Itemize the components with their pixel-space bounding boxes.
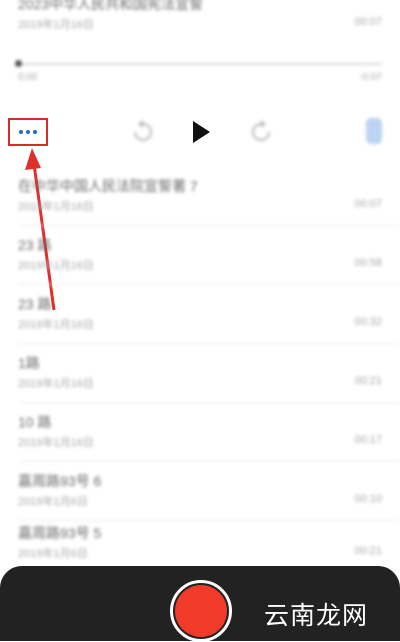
list-item[interactable]: 23 路 2019年1月16日 00:32: [18, 286, 400, 344]
recording-title: 23 路: [18, 296, 52, 312]
recording-duration: 00:17: [354, 434, 382, 446]
recording-title: 在中华中国人民法院宣誓著 7: [18, 178, 198, 194]
recording-date: 2019年1月16日: [18, 378, 94, 390]
list-item[interactable]: 在中华中国人民法院宣誓著 7 2019年1月16日 00:07: [18, 168, 400, 226]
list-item[interactable]: 1路 2019年1月16日 00:21: [18, 345, 400, 403]
recording-date: 2019年1月16日: [18, 260, 94, 272]
recording-title: 23 路: [18, 237, 52, 253]
recording-title: 1路: [18, 355, 40, 371]
recording-duration: 00:21: [354, 375, 382, 387]
recording-duration: 00:32: [354, 316, 382, 328]
divider: [18, 461, 400, 462]
list-item[interactable]: 10 路 2019年1月16日 00:17: [18, 404, 400, 462]
divider: [18, 225, 400, 226]
watermark-logo: 云南龙网: [264, 602, 369, 630]
recording-date: 2019年1月6日: [18, 496, 88, 508]
recording-duration: 00:21: [354, 545, 382, 557]
recording-date: 2019年1月16日: [18, 201, 94, 213]
divider: [18, 343, 400, 344]
list-item[interactable]: 23 路 2019年1月16日 00:58: [18, 227, 400, 285]
recording-date: 2019年1月6日: [18, 548, 88, 560]
record-button[interactable]: [170, 580, 232, 642]
recording-title: 嘉周路93号 6: [18, 473, 102, 489]
recording-duration: 00:10: [354, 493, 382, 505]
recording-duration: 00:58: [354, 257, 382, 269]
recording-date: 2019年1月16日: [18, 437, 94, 449]
list-item[interactable]: 嘉周路93号 6 2019年1月6日 00:10: [18, 463, 400, 521]
recording-title: 嘉周路93号 5: [18, 525, 102, 541]
recording-duration: 00:07: [354, 198, 382, 210]
recording-date: 2019年1月16日: [18, 319, 94, 331]
recording-title: 10 路: [18, 414, 52, 430]
list-item[interactable]: 嘉周路93号 5 2019年1月6日 00:21: [18, 515, 382, 573]
record-icon: [175, 585, 227, 637]
divider: [18, 284, 400, 285]
divider: [18, 402, 400, 403]
